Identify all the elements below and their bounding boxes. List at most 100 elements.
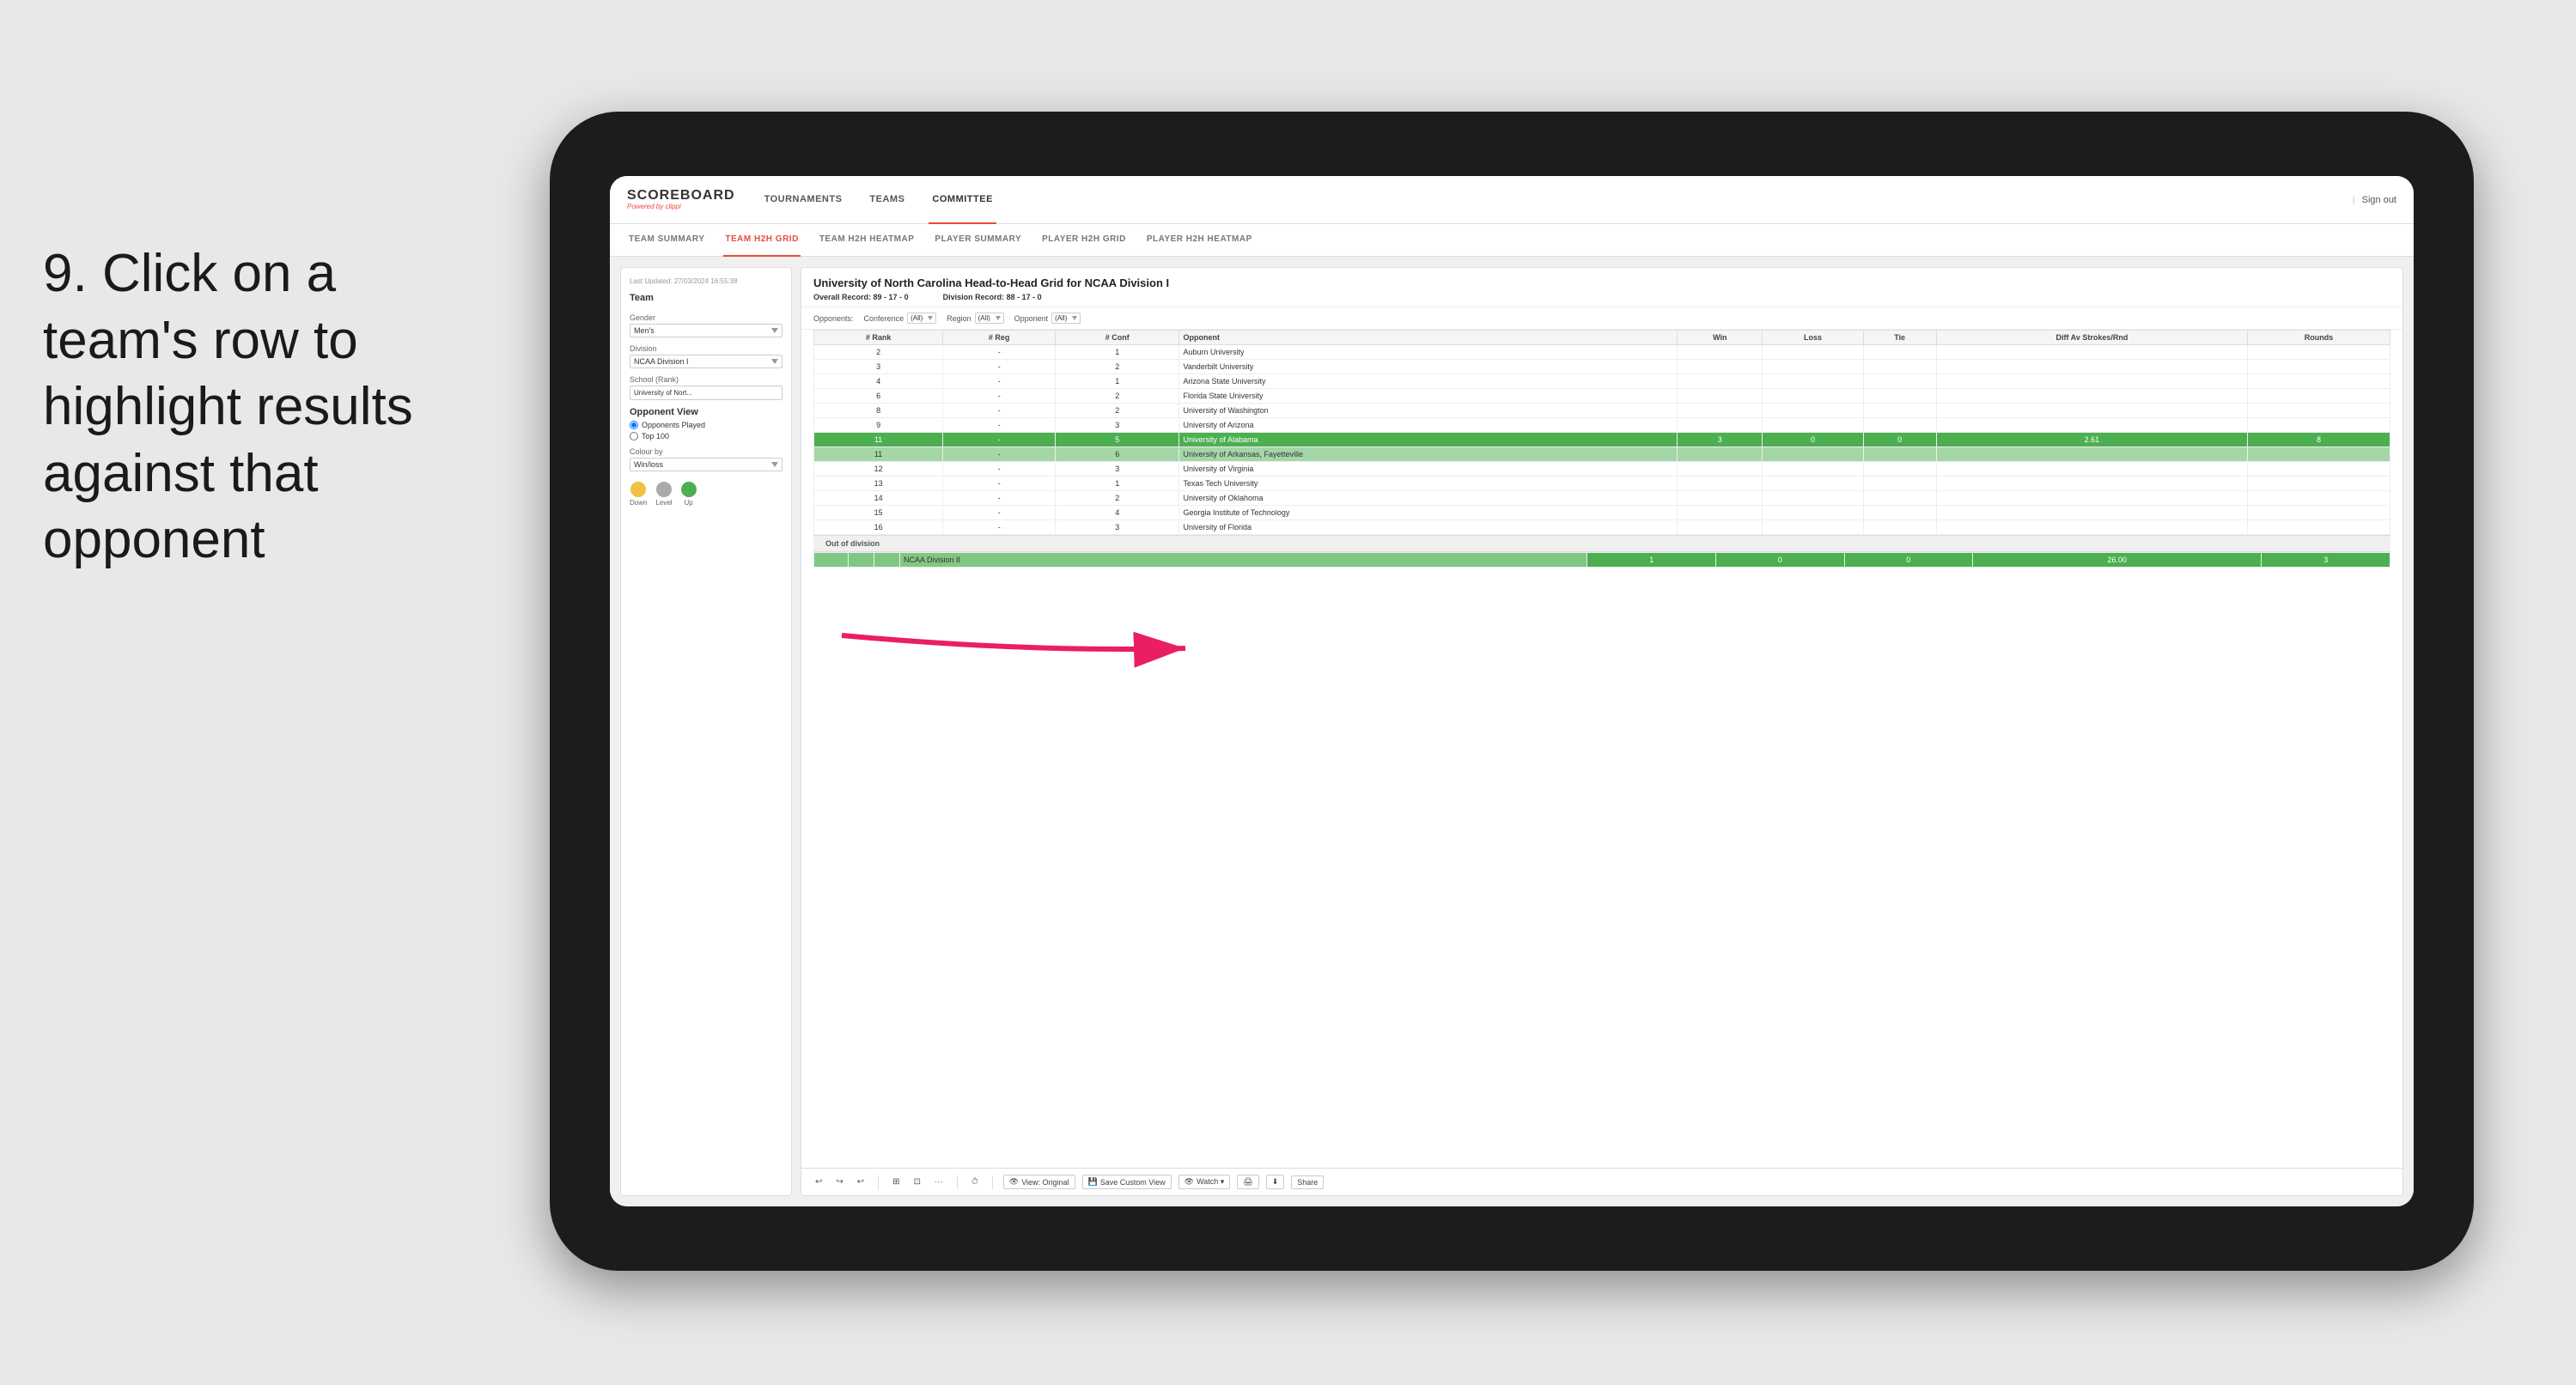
legend-down-dot — [630, 482, 646, 497]
table-cell — [1763, 462, 1863, 477]
radio-opponents-played[interactable]: Opponents Played — [630, 421, 783, 429]
legend-down-label: Down — [630, 499, 647, 507]
sign-out-link[interactable]: Sign out — [2362, 195, 2396, 205]
toolbar-share[interactable]: Share — [1291, 1175, 1324, 1189]
table-row[interactable]: 11-5University of Alabama3002.618 — [814, 433, 2390, 447]
table-row[interactable]: 15-4Georgia Institute of Technology — [814, 506, 2390, 520]
odd-tie: 0 — [1844, 553, 1973, 568]
radio-top100-input[interactable] — [630, 432, 638, 440]
logo-area: SCOREBOARD Powered by clippi — [627, 189, 735, 210]
table-cell — [1763, 418, 1863, 433]
table-cell: University of Washington — [1179, 404, 1678, 418]
toolbar-clock[interactable]: ⏱ — [968, 1175, 982, 1188]
toolbar-watch[interactable]: 👁 Watch ▾ — [1178, 1175, 1231, 1189]
nav-divider: | — [2353, 195, 2355, 205]
radio-opponents-played-input[interactable] — [630, 421, 638, 429]
toolbar-export[interactable]: ⬇ — [1266, 1175, 1285, 1189]
table-cell — [1863, 418, 1936, 433]
table-cell: 2 — [1056, 404, 1179, 418]
table-cell: - — [943, 374, 1056, 389]
legend-level: Level — [655, 482, 672, 507]
table-cell — [2248, 491, 2390, 506]
tablet-device: SCOREBOARD Powered by clippi TOURNAMENTS… — [550, 112, 2474, 1271]
table-cell — [1763, 506, 1863, 520]
division-record: Division Record: 88 - 17 - 0 — [943, 293, 1042, 301]
table-cell — [2248, 418, 2390, 433]
toolbar-save-label: Save Custom View — [1100, 1178, 1166, 1187]
table-cell: 3 — [1056, 520, 1179, 535]
table-cell — [1936, 447, 2247, 462]
subnav-player-h2h-grid[interactable]: PLAYER H2H GRID — [1040, 224, 1128, 257]
table-row[interactable]: 11-6University of Arkansas, Fayetteville — [814, 447, 2390, 462]
region-select[interactable]: (All) — [975, 313, 1004, 324]
table-row[interactable]: 12-3University of Virginia — [814, 462, 2390, 477]
subnav-team-h2h-grid[interactable]: TEAM H2H GRID — [723, 224, 800, 257]
table-cell — [2248, 374, 2390, 389]
table-row[interactable]: 2-1Auburn University — [814, 345, 2390, 360]
toolbar-sep2 — [957, 1175, 958, 1189]
panel-records: Overall Record: 89 - 17 - 0 Division Rec… — [813, 293, 2390, 301]
toolbar-print[interactable]: 🖨 — [1237, 1175, 1258, 1189]
nav-right: | Sign out — [2353, 195, 2396, 205]
out-of-division-row[interactable]: NCAA Division II 1 0 0 26.00 3 — [814, 553, 2390, 568]
subnav-player-summary[interactable]: PLAYER SUMMARY — [933, 224, 1023, 257]
table-cell: - — [943, 506, 1056, 520]
table-row[interactable]: 14-2University of Oklahoma — [814, 491, 2390, 506]
opponent-filter: Opponent (All) — [1014, 313, 1081, 324]
odd-diff: 26.00 — [1973, 553, 2262, 568]
nav-links: TOURNAMENTS TEAMS COMMITTEE — [761, 176, 2353, 224]
table-cell: - — [943, 433, 1056, 447]
table-cell: 3 — [1056, 418, 1179, 433]
nav-tournaments[interactable]: TOURNAMENTS — [761, 176, 846, 224]
table-cell — [1936, 360, 2247, 374]
table-row[interactable]: 4-1Arizona State University — [814, 374, 2390, 389]
toolbar-view-label: View: Original — [1021, 1178, 1069, 1187]
table-header-row: # Rank # Reg # Conf Opponent Win Loss Ti… — [814, 331, 2390, 345]
table-cell — [1678, 345, 1763, 360]
table-cell: 0 — [1863, 433, 1936, 447]
subnav-team-summary[interactable]: TEAM SUMMARY — [627, 224, 706, 257]
table-cell: - — [943, 462, 1056, 477]
right-panel: University of North Carolina Head-to-Hea… — [801, 267, 2403, 1196]
table-cell — [2248, 520, 2390, 535]
table-cell — [1863, 491, 1936, 506]
table-cell: 16 — [814, 520, 943, 535]
sidebar-colour-by-select[interactable]: Win/loss — [630, 458, 783, 471]
toolbar-more[interactable]: ··· — [931, 1175, 947, 1188]
table-row[interactable]: 6-2Florida State University — [814, 389, 2390, 404]
table-cell: - — [943, 477, 1056, 491]
table-cell — [1863, 447, 1936, 462]
toolbar-paste[interactable]: ⊡ — [910, 1175, 924, 1188]
opponent-select[interactable]: (All) — [1051, 313, 1081, 324]
toolbar-redo[interactable]: ↪ — [832, 1175, 846, 1188]
overall-record: Overall Record: 89 - 17 - 0 — [813, 293, 909, 301]
table-cell: University of Oklahoma — [1179, 491, 1678, 506]
subnav-player-h2h-heatmap[interactable]: PLAYER H2H HEATMAP — [1145, 224, 1254, 257]
col-loss: Loss — [1763, 331, 1863, 345]
scene: 9. Click on a team's row to highlight re… — [0, 0, 2576, 1385]
table-cell — [1763, 374, 1863, 389]
toolbar-undo[interactable]: ↩ — [812, 1175, 825, 1188]
table-row[interactable]: 8-2University of Washington — [814, 404, 2390, 418]
legend-level-dot — [656, 482, 672, 497]
table-row[interactable]: 9-3University of Arizona — [814, 418, 2390, 433]
table-cell: 11 — [814, 447, 943, 462]
toolbar-save[interactable]: 💾 Save Custom View — [1082, 1175, 1172, 1189]
sidebar-gender-select[interactable]: Men's — [630, 324, 783, 337]
table-cell — [1678, 404, 1763, 418]
table-cell — [1936, 374, 2247, 389]
panel-title: University of North Carolina Head-to-Hea… — [813, 276, 2390, 289]
nav-teams[interactable]: TEAMS — [866, 176, 908, 224]
table-cell — [1863, 520, 1936, 535]
table-row[interactable]: 3-2Vanderbilt University — [814, 360, 2390, 374]
toolbar-view[interactable]: 👁 View: Original — [1003, 1175, 1075, 1189]
conference-select[interactable]: (All) — [907, 313, 936, 324]
toolbar-copy[interactable]: ⊞ — [889, 1175, 903, 1188]
sidebar-division-select[interactable]: NCAA Division I — [630, 355, 783, 368]
subnav-team-h2h-heatmap[interactable]: TEAM H2H HEATMAP — [818, 224, 917, 257]
table-row[interactable]: 16-3University of Florida — [814, 520, 2390, 535]
table-row[interactable]: 13-1Texas Tech University — [814, 477, 2390, 491]
nav-committee[interactable]: COMMITTEE — [929, 176, 996, 224]
radio-top100[interactable]: Top 100 — [630, 432, 783, 440]
toolbar-undo2[interactable]: ↩ — [854, 1175, 868, 1188]
